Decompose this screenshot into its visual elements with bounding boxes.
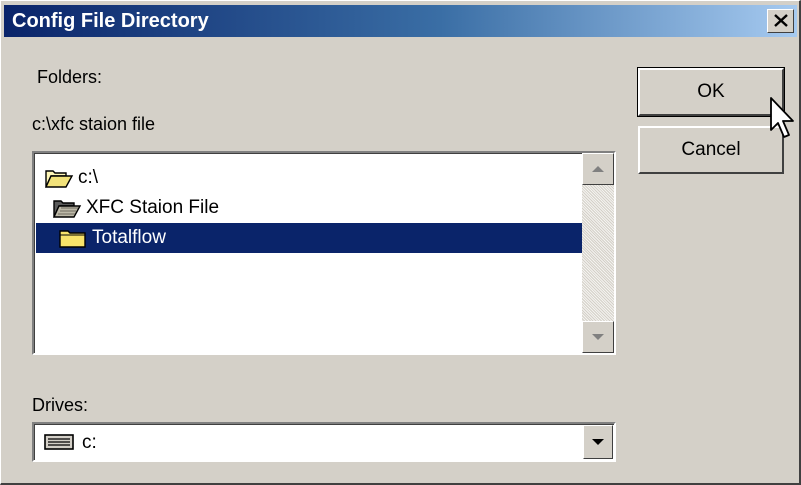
drives-label: Drives: <box>32 395 89 415</box>
open-folder-icon <box>52 200 82 218</box>
folder-list[interactable]: c:\ XFC Staion File Totalflow <box>32 151 616 355</box>
folder-item-label: Totalflow <box>92 227 166 248</box>
folder-item-xfc-staion-file[interactable]: XFC Staion File <box>52 193 219 223</box>
folder-item-totalflow[interactable]: Totalflow <box>36 223 582 253</box>
drive-icon <box>44 434 74 450</box>
config-file-directory-dialog: Config File Directory Folders: c:\xfc st… <box>0 0 801 485</box>
chevron-down-icon <box>592 439 604 445</box>
folder-item-label: c:\ <box>78 167 99 188</box>
drives-combobox[interactable]: c: <box>32 422 616 462</box>
folders-label: Folders: <box>37 67 103 87</box>
ok-button[interactable]: OK <box>637 67 785 117</box>
scroll-up-button[interactable] <box>582 153 614 185</box>
drives-selected-value: c: <box>82 432 97 453</box>
folder-item-root[interactable]: c:\ <box>44 163 98 193</box>
close-icon <box>773 14 788 27</box>
cancel-button[interactable]: Cancel <box>638 126 784 174</box>
dialog-title: Config File Directory <box>12 10 209 32</box>
drives-dropdown-button[interactable] <box>583 425 613 459</box>
folder-item-label: XFC Staion File <box>86 197 220 218</box>
folder-list-scrollbar[interactable] <box>582 153 614 353</box>
closed-folder-icon <box>59 230 86 248</box>
close-button[interactable] <box>767 9 794 33</box>
scroll-up-icon <box>592 166 604 172</box>
scroll-down-icon <box>592 334 604 340</box>
current-path: c:\xfc staion file <box>32 114 156 134</box>
open-folder-icon <box>44 170 74 188</box>
ok-button-label: OK <box>697 81 725 102</box>
title-bar[interactable]: Config File Directory <box>4 5 797 37</box>
cancel-button-label: Cancel <box>681 139 741 160</box>
scroll-down-button[interactable] <box>582 321 614 353</box>
